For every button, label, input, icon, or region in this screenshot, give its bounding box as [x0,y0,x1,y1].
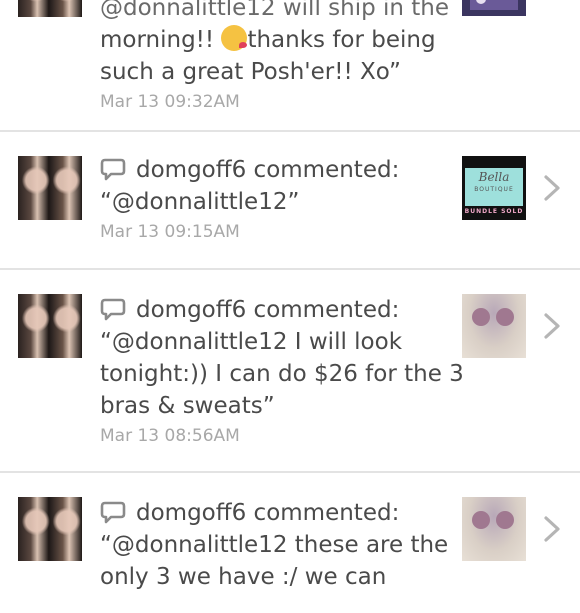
chevron-right-icon[interactable] [540,514,564,544]
comment-line: only 3 we have :/ we can [100,564,387,590]
action-label: commented: [253,157,400,183]
action-label: commented: [253,500,400,526]
notification-item[interactable]: @donnalittle12 will ship in the morning!… [0,0,580,132]
comment-line: such a great Posh'er!! Xo” [100,59,401,85]
bundle-label: BUNDLE SOLD [464,208,524,215]
comment-line: “@donnalittle12 I will look [100,329,403,355]
comment-bubble-icon [100,298,126,321]
notification-text: domgoff6 commented: “@donnalittle12 thes… [100,497,450,593]
listing-thumbnail[interactable] [462,294,526,358]
avatar [18,294,82,358]
action-label: commented: [253,297,400,323]
notification-item[interactable]: domgoff6 commented: “@donnalittle12” Mar… [0,132,580,270]
listing-thumbnail[interactable] [462,497,526,561]
timestamp: Mar 13 09:32AM [100,92,240,112]
comment-line: “@donnalittle12 these are the [100,532,449,558]
comment-bubble-icon [100,158,126,181]
notification-text: domgoff6 commented: “@donnalittle12 I wi… [100,294,464,448]
chevron-right-icon[interactable] [540,173,564,203]
notification-text: domgoff6 commented: “@donnalittle12” Mar… [100,154,450,244]
listing-thumbnail[interactable]: Bella BOUTIQUE BUNDLE SOLD [462,156,526,220]
timestamp: Mar 13 09:15AM [100,222,240,242]
chevron-right-icon[interactable] [540,311,564,341]
comment-bubble-icon [100,501,126,524]
kissing-face-emoji-icon [221,25,248,51]
avatar [18,156,82,220]
timestamp: Mar 13 08:56AM [100,426,240,446]
avatar [18,0,82,17]
comment-line: morning!! thanks for being [100,25,436,53]
boutique-name: Bella [478,170,510,184]
notification-item[interactable]: domgoff6 commented: “@donnalittle12 I wi… [0,270,580,473]
comment-line: tonight:)) I can do $26 for the 3 [100,361,464,387]
avatar [18,497,82,561]
listing-thumbnail[interactable] [462,0,526,16]
username[interactable]: domgoff6 [136,294,246,326]
username[interactable]: domgoff6 [136,497,246,529]
comment-line: bras & sweats” [100,393,275,419]
notification-item[interactable]: domgoff6 commented: “@donnalittle12 thes… [0,473,580,613]
notification-text: @donnalittle12 will ship in the morning!… [100,0,450,114]
username[interactable]: domgoff6 [136,154,246,186]
comment-line: “@donnalittle12” [100,189,300,215]
comment-line: @donnalittle12 will ship in the [100,0,450,21]
boutique-label: BOUTIQUE [474,186,514,193]
